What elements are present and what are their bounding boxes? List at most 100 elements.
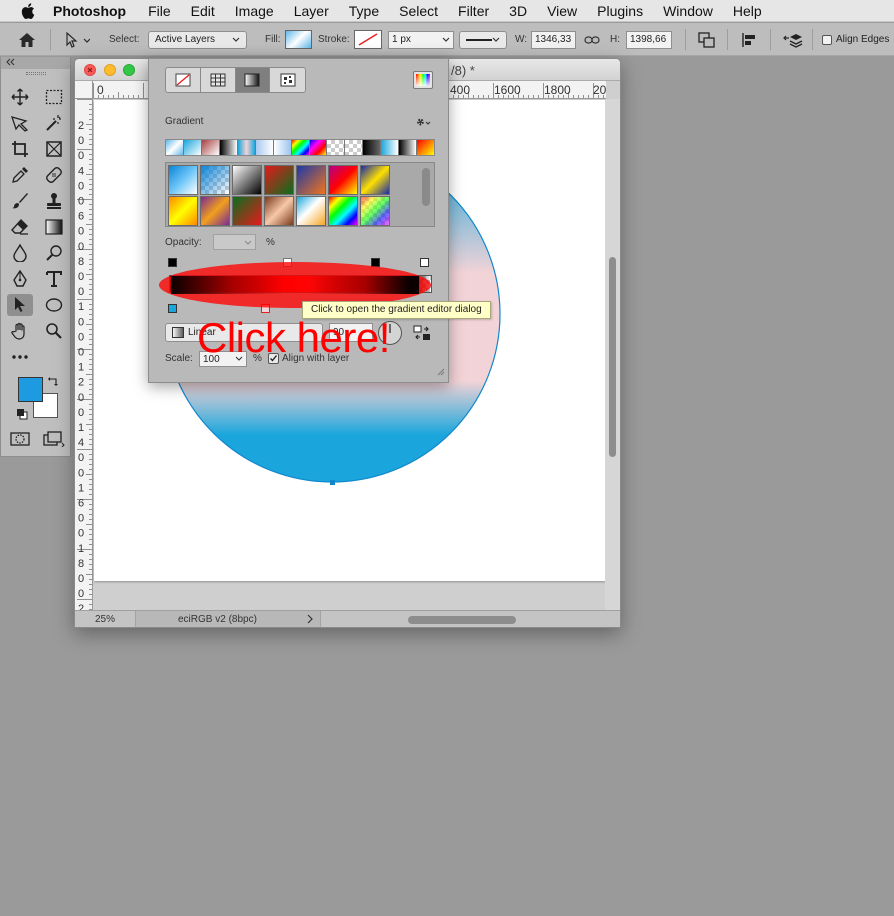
ellipse-tool-icon[interactable] xyxy=(41,294,67,316)
stroke-type-dropdown[interactable] xyxy=(459,30,507,49)
gradient-preset-swatch[interactable] xyxy=(168,165,198,195)
magic-wand-tool-icon[interactable] xyxy=(41,112,67,134)
document-info[interactable]: eciRGB v2 (8bpc) xyxy=(135,611,321,627)
quick-mask-icon[interactable] xyxy=(7,428,33,450)
recent-gradient-swatch[interactable] xyxy=(309,140,328,155)
dodge-tool-icon[interactable] xyxy=(41,242,67,264)
frame-tool-icon[interactable] xyxy=(41,138,67,160)
gradient-preset-swatch[interactable] xyxy=(200,165,230,195)
stroke-width-field[interactable]: 1 px xyxy=(388,30,454,49)
width-field[interactable]: 1346,33 xyxy=(531,30,576,49)
eraser-tool-icon[interactable] xyxy=(7,216,33,238)
link-icon[interactable] xyxy=(584,23,600,56)
recent-gradient-swatch[interactable] xyxy=(273,140,292,155)
move-tool-icon[interactable] xyxy=(7,86,33,108)
gradient-preset-swatch[interactable] xyxy=(168,196,198,226)
crop-tool-icon[interactable] xyxy=(7,138,33,160)
align-edges-checkbox[interactable] xyxy=(822,34,832,45)
path-operations-icon[interactable] xyxy=(698,23,716,56)
zoom-window-button[interactable] xyxy=(123,64,135,76)
gradient-preset-swatch[interactable] xyxy=(296,165,326,195)
gradient-preset-swatch[interactable] xyxy=(264,165,294,195)
more-tools-icon[interactable] xyxy=(7,346,33,368)
zoom-tool-icon[interactable] xyxy=(41,320,67,342)
foreground-color-swatch[interactable] xyxy=(18,377,43,402)
vertical-ruler[interactable]: 2 0 0 4 0 0 6 0 0 8 0 0 1 0 0 0 1 2 0 0 1 4 0 0 1 6 0 0 1 8 0 0 2 xyxy=(75,99,93,610)
menu-app-name[interactable]: Photoshop xyxy=(53,3,126,19)
recent-gradient-swatch[interactable] xyxy=(201,140,220,155)
recent-gradient-swatch[interactable] xyxy=(417,140,435,155)
default-colors-icon[interactable] xyxy=(16,408,28,423)
color-stop[interactable] xyxy=(168,304,177,313)
menu-3d[interactable]: 3D xyxy=(509,3,527,19)
blur-tool-icon[interactable] xyxy=(7,242,33,264)
opacity-stop[interactable] xyxy=(168,258,177,267)
gradient-preset-swatch[interactable] xyxy=(264,196,294,226)
recent-gradient-swatch[interactable] xyxy=(327,140,346,155)
recent-gradient-swatch[interactable] xyxy=(363,140,382,155)
menu-image[interactable]: Image xyxy=(235,3,274,19)
gradient-preset-swatch[interactable] xyxy=(360,165,390,195)
recent-gradient-swatch[interactable] xyxy=(345,140,364,155)
menu-window[interactable]: Window xyxy=(663,3,713,19)
height-field[interactable]: 1398,66 xyxy=(626,30,672,49)
vertical-scrollbar-thumb[interactable] xyxy=(609,257,616,457)
gradient-preset-swatch[interactable] xyxy=(296,196,326,226)
eyedropper-tool-icon[interactable] xyxy=(7,164,33,186)
close-window-button[interactable] xyxy=(84,64,96,76)
gradient-preset-swatch[interactable] xyxy=(232,165,262,195)
pen-tool-icon[interactable] xyxy=(7,268,33,290)
menu-plugins[interactable]: Plugins xyxy=(597,3,643,19)
no-color-button[interactable] xyxy=(166,68,201,92)
recent-gradient-swatch[interactable] xyxy=(291,140,310,155)
path-selection-tool-preset-icon[interactable] xyxy=(64,23,90,56)
home-icon[interactable] xyxy=(18,23,36,56)
screen-mode-icon[interactable] xyxy=(41,428,67,450)
toolbox-collapse-handle[interactable] xyxy=(1,57,70,69)
type-tool-icon[interactable] xyxy=(41,268,67,290)
vertical-scrollbar[interactable] xyxy=(605,99,620,610)
ruler-origin[interactable] xyxy=(75,81,93,99)
toolbox-grip[interactable] xyxy=(1,69,70,77)
menu-file[interactable]: File xyxy=(148,3,171,19)
hand-tool-icon[interactable] xyxy=(7,320,33,342)
gradient-preset-swatch[interactable] xyxy=(360,196,390,226)
presets-scrollbar-thumb[interactable] xyxy=(422,168,430,206)
apple-logo-icon[interactable] xyxy=(19,2,37,19)
resize-grip-icon[interactable] xyxy=(435,366,445,379)
swap-colors-icon[interactable] xyxy=(47,375,59,390)
anchor-point[interactable] xyxy=(330,480,335,485)
recent-gradient-swatch[interactable] xyxy=(381,140,400,155)
path-arrangement-icon[interactable] xyxy=(783,23,803,56)
recent-gradient-swatch[interactable] xyxy=(255,140,274,155)
horizontal-scrollbar-thumb[interactable] xyxy=(408,616,516,624)
menu-filter[interactable]: Filter xyxy=(458,3,489,19)
color-picker-button[interactable] xyxy=(413,71,433,89)
gradient-preset-swatch[interactable] xyxy=(328,165,358,195)
path-selection-tool-icon[interactable] xyxy=(7,294,33,316)
gradient-tool-icon[interactable] xyxy=(41,216,67,238)
clone-stamp-tool-icon[interactable] xyxy=(41,190,67,212)
menu-select[interactable]: Select xyxy=(399,3,438,19)
pattern-button[interactable] xyxy=(270,68,305,92)
gradient-preset-swatch[interactable] xyxy=(232,196,262,226)
opacity-stop[interactable] xyxy=(420,258,429,267)
select-dropdown[interactable]: Active Layers xyxy=(148,30,247,49)
recent-gradient-swatch[interactable] xyxy=(166,140,184,155)
gradient-preset-swatch[interactable] xyxy=(200,196,230,226)
chevron-right-icon[interactable] xyxy=(307,614,313,627)
gradient-button[interactable] xyxy=(235,68,271,92)
spot-healing-brush-tool-icon[interactable] xyxy=(41,164,67,186)
recent-gradient-swatch[interactable] xyxy=(219,140,238,155)
opacity-field[interactable] xyxy=(213,234,256,250)
minimize-window-button[interactable] xyxy=(104,64,116,76)
recent-gradient-swatch[interactable] xyxy=(183,140,202,155)
menu-layer[interactable]: Layer xyxy=(294,3,329,19)
rectangular-marquee-tool-icon[interactable] xyxy=(41,86,67,108)
zoom-level[interactable]: 25% xyxy=(75,611,135,627)
path-alignment-icon[interactable] xyxy=(741,23,757,56)
menu-help[interactable]: Help xyxy=(733,3,762,19)
solid-color-button[interactable] xyxy=(201,68,236,92)
reverse-gradient-icon[interactable] xyxy=(412,323,432,343)
brush-tool-icon[interactable] xyxy=(7,190,33,212)
